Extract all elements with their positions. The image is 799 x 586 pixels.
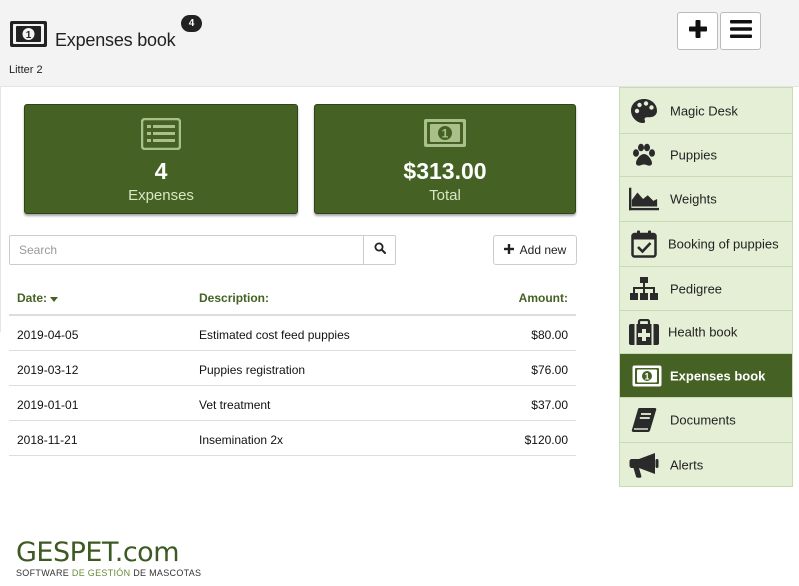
add-new-label: Add new bbox=[519, 243, 567, 257]
date-column-header[interactable]: Date: bbox=[17, 291, 59, 305]
expenses-count-card: 4 Expenses bbox=[24, 104, 298, 214]
tagline-part: DE GESTIÓN bbox=[71, 568, 131, 578]
sidebar-item-label: Weights bbox=[670, 191, 717, 207]
sidebar-item-alerts[interactable]: Alerts bbox=[620, 443, 792, 486]
amount-column-header[interactable]: Amount: bbox=[519, 291, 568, 305]
sidebar-item-label: Magic Desk bbox=[670, 103, 738, 118]
table-row[interactable]: 2019-03-12 Puppies registration $76.00 bbox=[9, 351, 576, 386]
table-row[interactable]: 2018-11-21 Insemination 2x $120.00 bbox=[9, 421, 576, 456]
table-row[interactable]: 2019-01-01 Vet treatment $37.00 bbox=[9, 386, 576, 421]
sitemap-icon bbox=[629, 275, 659, 303]
svg-text:1: 1 bbox=[644, 371, 649, 381]
area-chart-icon bbox=[629, 185, 659, 213]
logo-brand: GESPET.com bbox=[16, 537, 180, 568]
sidebar-item-label: Pedigree bbox=[670, 281, 723, 296]
sidebar-item-label: Health book bbox=[668, 324, 738, 340]
add-button[interactable] bbox=[677, 12, 718, 50]
sidebar-item-puppies[interactable]: Puppies bbox=[620, 134, 792, 177]
sidebar-item-weights[interactable]: Weights bbox=[620, 177, 792, 222]
sidebar-item-label: Alerts bbox=[670, 457, 704, 472]
caret-down-icon bbox=[50, 291, 59, 305]
row-amount: $120.00 bbox=[524, 433, 568, 447]
row-date: 2018-11-21 bbox=[17, 433, 78, 447]
search-icon bbox=[374, 241, 386, 259]
palette-icon bbox=[629, 97, 659, 125]
paw-icon bbox=[629, 141, 659, 169]
row-date: 2019-04-05 bbox=[17, 328, 79, 342]
logo-tagline: SOFTWARE DE GESTIÓN DE MASCOTAS bbox=[16, 568, 201, 578]
page-title: Expenses book bbox=[55, 30, 176, 50]
plus-icon bbox=[688, 19, 708, 44]
row-description: Vet treatment bbox=[199, 398, 271, 412]
table-header: Date: Description: Amount: bbox=[9, 281, 576, 316]
sidebar-item-health-book[interactable]: Health book bbox=[620, 311, 792, 354]
plus-icon bbox=[503, 243, 514, 257]
expenses-table: Date: Description: Amount: 2019-04-05 Es… bbox=[9, 281, 576, 456]
svg-text:1: 1 bbox=[442, 127, 449, 141]
total-amount-value: $313.00 bbox=[403, 158, 487, 184]
sidebar-nav: Magic Desk Puppies Weights Booking of pu… bbox=[619, 87, 793, 487]
page-header: 1 Expenses book 4 Litter 2 bbox=[0, 0, 799, 87]
page-subtitle: Litter 2 bbox=[9, 64, 43, 76]
row-amount: $76.00 bbox=[531, 363, 568, 377]
date-header-label: Date: bbox=[17, 291, 48, 305]
row-description: Insemination 2x bbox=[199, 433, 284, 447]
row-description: Estimated cost feed puppies bbox=[199, 328, 350, 342]
sidebar-item-expenses-book[interactable]: 1 Expenses book bbox=[620, 354, 792, 398]
search-button[interactable] bbox=[363, 235, 396, 265]
sidebar-item-booking-of-puppies[interactable]: Booking of puppies bbox=[620, 222, 792, 267]
money-bill-icon: 1 bbox=[423, 118, 467, 153]
money-bill-icon: 1 bbox=[9, 20, 48, 48]
medkit-icon bbox=[629, 318, 659, 346]
tagline-part: SOFTWARE bbox=[16, 568, 70, 578]
sidebar-item-label: Expenses book bbox=[670, 368, 766, 383]
description-column-header[interactable]: Description: bbox=[199, 291, 269, 305]
menu-button[interactable] bbox=[720, 12, 761, 50]
content-border bbox=[0, 87, 1, 332]
hamburger-menu-icon bbox=[729, 19, 752, 43]
row-amount: $80.00 bbox=[531, 328, 568, 342]
expenses-count-value: 4 bbox=[154, 158, 168, 184]
row-date: 2019-01-01 bbox=[17, 398, 79, 412]
calendar-check-icon bbox=[629, 230, 659, 258]
list-icon bbox=[140, 117, 182, 155]
gespet-logo: GESPET.com SOFTWARE DE GESTIÓN DE MASCOT… bbox=[16, 537, 201, 579]
search-input[interactable] bbox=[9, 235, 364, 265]
row-description: Puppies registration bbox=[199, 363, 306, 377]
sidebar-item-label: Booking of puppies bbox=[668, 236, 779, 252]
add-new-button[interactable]: Add new bbox=[493, 235, 577, 265]
sidebar-item-label: Documents bbox=[670, 412, 736, 428]
sidebar-item-documents[interactable]: Documents bbox=[620, 398, 792, 443]
row-amount: $37.00 bbox=[531, 398, 568, 412]
row-date: 2019-03-12 bbox=[17, 363, 79, 377]
sidebar-item-pedigree[interactable]: Pedigree bbox=[620, 267, 792, 311]
count-badge: 4 bbox=[181, 15, 202, 32]
table-row[interactable]: 2019-04-05 Estimated cost feed puppies $… bbox=[9, 316, 576, 351]
expenses-count-label: Expenses bbox=[128, 187, 194, 204]
svg-text:1: 1 bbox=[26, 30, 32, 41]
total-amount-label: Total bbox=[429, 187, 461, 204]
sidebar-item-magic-desk[interactable]: Magic Desk bbox=[620, 88, 792, 134]
sidebar-item-label: Puppies bbox=[670, 147, 717, 163]
bullhorn-icon bbox=[629, 451, 659, 479]
book-icon bbox=[629, 406, 659, 434]
total-amount-card: 1 $313.00 Total bbox=[314, 104, 576, 214]
money-bill-icon: 1 bbox=[632, 362, 662, 390]
tagline-part: DE MASCOTAS bbox=[133, 568, 202, 578]
